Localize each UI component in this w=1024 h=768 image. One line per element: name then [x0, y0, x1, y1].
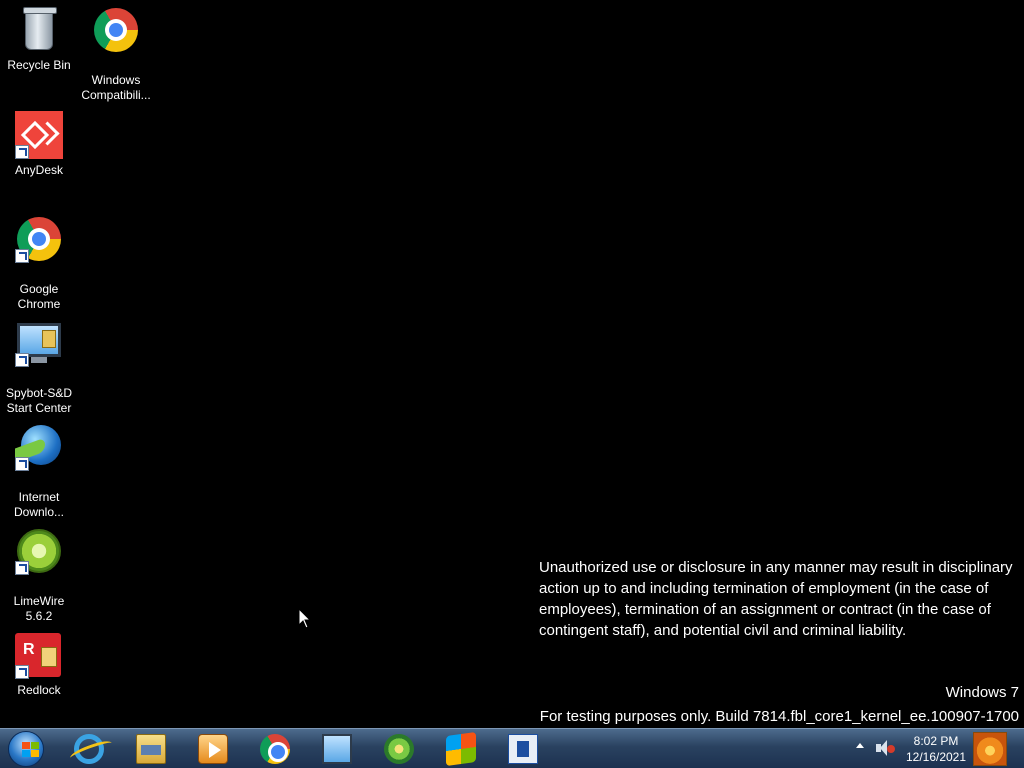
shortcut-arrow-icon: [15, 353, 29, 367]
file-explorer-icon: [136, 734, 166, 764]
taskbar-terminal[interactable]: [494, 731, 550, 767]
desktop-icon-label: Internet Downlo...: [13, 490, 65, 519]
desktop-icon-redlock[interactable]: R Redlock: [1, 631, 77, 698]
desktop-icon-label: Spybot-S&D Start Center: [5, 386, 73, 415]
internet-explorer-icon: [74, 734, 104, 764]
redlock-icon: R: [15, 631, 63, 679]
taskbar-file-explorer[interactable]: [122, 731, 178, 767]
desktop: Recycle Bin Windows Compatibili... AnyDe…: [0, 0, 1024, 728]
anydesk-icon: [15, 111, 63, 159]
shortcut-arrow-icon: [15, 561, 29, 575]
desktop-icon-limewire[interactable]: LimeWire 5.6.2: [1, 527, 77, 624]
chrome-icon: [260, 734, 290, 764]
limewire-icon: [15, 527, 63, 575]
windows-ball-icon: [384, 734, 414, 764]
taskbar-chrome[interactable]: [246, 731, 302, 767]
chrome-icon: [92, 6, 140, 54]
taskbar: 8:02 PM 12/16/2021: [0, 728, 1024, 768]
desktop-icon-label: Redlock: [17, 683, 61, 697]
desktop-icon-label: Google Chrome: [17, 282, 61, 311]
show-hidden-icons-arrow-icon[interactable]: [856, 743, 864, 748]
network-icon: [322, 734, 352, 764]
windows-start-orb-icon: [8, 731, 44, 767]
desktop-icon-label: Windows Compatibili...: [81, 73, 151, 102]
start-button[interactable]: [4, 730, 48, 768]
desktop-icon-internet-download-manager[interactable]: Internet Downlo...: [1, 423, 77, 520]
taskbar-network[interactable]: [308, 731, 364, 767]
desktop-icon-google-chrome[interactable]: Google Chrome: [1, 215, 77, 312]
build-watermark-text: For testing purposes only. Build 7814.fb…: [539, 708, 1019, 725]
desktop-icon-windows-compatibility[interactable]: Windows Compatibili...: [78, 6, 154, 103]
shortcut-arrow-icon: [15, 665, 29, 679]
taskbar-windows-ball[interactable]: [370, 731, 426, 767]
shortcut-arrow-icon: [15, 145, 29, 159]
shortcut-arrow-icon: [15, 249, 29, 263]
windows-media-player-icon: [198, 734, 228, 764]
clock-time: 8:02 PM: [913, 734, 959, 748]
system-clock[interactable]: 8:02 PM 12/16/2021: [900, 733, 972, 765]
chrome-icon: [15, 215, 63, 263]
taskbar-windows-flag[interactable]: [432, 731, 488, 767]
taskbar-windows-media-player[interactable]: [184, 731, 240, 767]
terminal-icon: [508, 734, 538, 764]
volume-muted-icon[interactable]: [876, 740, 895, 756]
desktop-icon-anydesk[interactable]: AnyDesk: [1, 111, 77, 178]
desktop-icon-label: LimeWire 5.6.2: [13, 594, 65, 623]
desktop-icon-label: Recycle Bin: [7, 58, 71, 72]
show-desktop-button[interactable]: [973, 732, 1007, 766]
taskbar-internet-explorer[interactable]: [60, 731, 116, 767]
legal-notice-text: Unauthorized use or disclosure in any ma…: [539, 559, 1013, 639]
internet-download-manager-icon: [15, 423, 63, 471]
shortcut-arrow-icon: [15, 457, 29, 471]
desktop-icon-label: AnyDesk: [14, 163, 64, 177]
clock-date: 12/16/2021: [905, 750, 967, 764]
desktop-icon-recycle-bin[interactable]: Recycle Bin: [1, 6, 77, 73]
windows-flag-icon: [446, 731, 476, 767]
recycle-bin-icon: [15, 6, 63, 54]
spybot-icon: [15, 319, 63, 367]
desktop-icon-spybot[interactable]: Spybot-S&D Start Center: [1, 319, 77, 416]
os-version-text: Windows 7: [945, 684, 1019, 701]
